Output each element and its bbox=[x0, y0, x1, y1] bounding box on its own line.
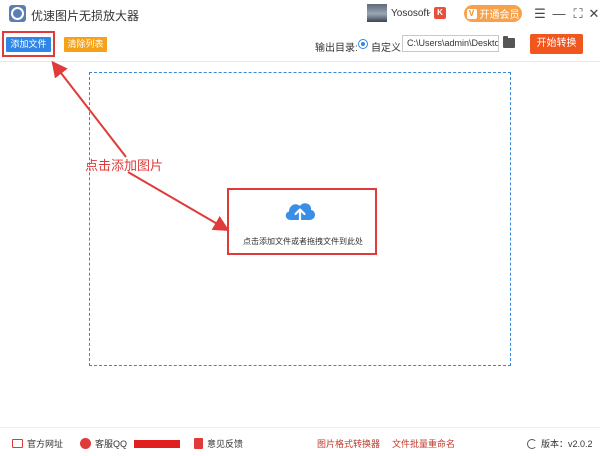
vip-icon: V bbox=[466, 8, 477, 19]
output-dir-label: 输出目录: bbox=[315, 43, 358, 54]
redacted-qq-number bbox=[134, 439, 181, 448]
cloud-upload-icon[interactable] bbox=[282, 198, 318, 226]
annotation-text: 点击添加图片 bbox=[85, 158, 164, 173]
app-logo-icon bbox=[9, 5, 26, 22]
start-convert-button[interactable]: 开始转换 bbox=[530, 34, 583, 54]
user-badge-icon: K bbox=[434, 7, 446, 19]
website-icon bbox=[12, 439, 23, 448]
version-label: 版本：v2.0.2 bbox=[541, 439, 593, 449]
drop-hint-text: 点击添加文件或者拖拽文件到此处 bbox=[243, 237, 363, 246]
add-file-highlight bbox=[2, 31, 55, 57]
custom-radio-label[interactable]: 自定义 bbox=[371, 39, 401, 54]
version-info[interactable]: 版本：v2.0.2 bbox=[527, 437, 593, 450]
chevron-down-icon[interactable]: ⌄ bbox=[425, 6, 433, 17]
title-bar: 优速图片无损放大器 Yososoft ⌄ K V 开通会员 ☰ — ⛶ ✕ bbox=[0, 0, 600, 28]
refresh-icon bbox=[527, 438, 537, 449]
vip-button[interactable]: V 开通会员 bbox=[464, 5, 522, 22]
official-website-link[interactable]: 官方网址 bbox=[12, 437, 63, 450]
vip-label: 开通会员 bbox=[479, 10, 520, 21]
folder-icon[interactable] bbox=[503, 36, 515, 48]
avatar[interactable] bbox=[367, 4, 387, 22]
custom-radio[interactable] bbox=[358, 39, 368, 49]
batch-rename-link[interactable]: 文件批量重命名 bbox=[392, 437, 455, 450]
clear-list-button[interactable]: 清除列表 bbox=[64, 37, 107, 52]
menu-icon[interactable]: ☰ bbox=[531, 5, 549, 23]
feedback-icon bbox=[194, 438, 203, 449]
minimize-button[interactable]: — bbox=[550, 5, 568, 23]
feedback-label: 意见反馈 bbox=[207, 439, 244, 449]
qq-label: 客服QQ bbox=[95, 439, 128, 449]
footer: 官方网址 客服QQ 意见反馈 图片格式转换器 文件批量重命名 版本：v2.0.2 bbox=[0, 427, 600, 456]
feedback-link[interactable]: 意见反馈 bbox=[194, 437, 243, 450]
app-title: 优速图片无损放大器 bbox=[31, 9, 140, 23]
qq-icon bbox=[80, 438, 91, 449]
qq-support-link[interactable]: 客服QQ bbox=[80, 437, 181, 450]
website-label: 官方网址 bbox=[27, 439, 64, 449]
output-path-input[interactable]: C:\Users\admin\Desktop bbox=[402, 35, 499, 52]
format-converter-link[interactable]: 图片格式转换器 bbox=[317, 437, 380, 450]
close-button[interactable]: ✕ bbox=[585, 5, 600, 23]
user-name[interactable]: Yososoft bbox=[391, 8, 429, 19]
